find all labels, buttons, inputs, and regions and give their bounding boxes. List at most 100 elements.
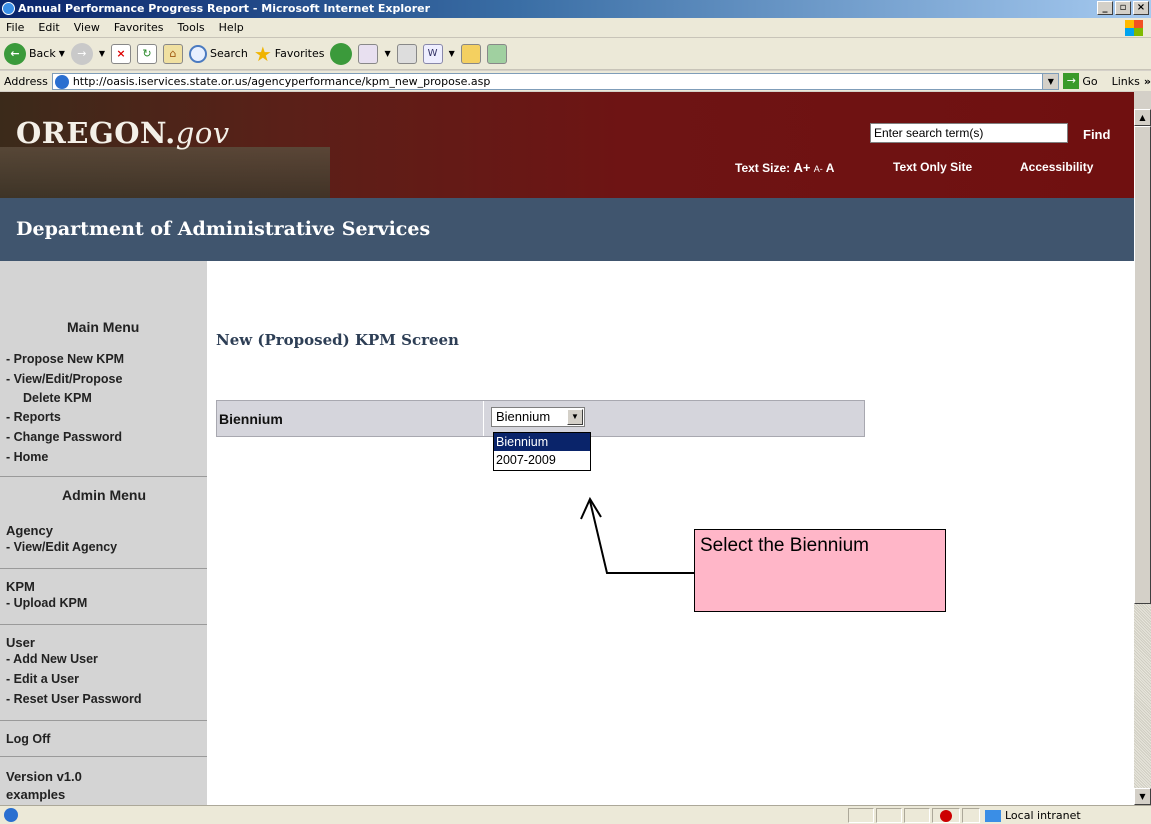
- sidebar-item-edit-user[interactable]: - Edit a User: [6, 672, 79, 686]
- site-search-input[interactable]: [870, 123, 1068, 143]
- main-content: New (Proposed) KPM Screen Biennium Bienn…: [207, 261, 1134, 805]
- status-bar: Local intranet: [0, 805, 1151, 824]
- home-icon[interactable]: ⌂: [163, 43, 184, 64]
- dropdown-option-biennium[interactable]: Biennium: [494, 433, 590, 451]
- minimize-button[interactable]: _: [1097, 1, 1113, 15]
- research-icon[interactable]: [460, 43, 481, 64]
- menu-bar: File Edit View Favorites Tools Help: [0, 18, 1151, 38]
- callout-arrow-line: [589, 500, 694, 574]
- chevron-down-icon: ▼: [384, 49, 391, 58]
- favorites-button[interactable]: ★ Favorites: [254, 42, 325, 66]
- menu-favorites[interactable]: Favorites: [114, 21, 164, 34]
- status-segment: [876, 808, 902, 823]
- search-button[interactable]: Search: [189, 44, 248, 63]
- back-label: Back: [29, 47, 56, 60]
- examples-label: examples: [6, 787, 66, 802]
- text-size-label: Text Size:: [735, 161, 791, 175]
- forward-arrow-icon[interactable]: →: [70, 42, 93, 65]
- callout-arrow-head: [580, 496, 602, 520]
- sidebar-item-reports[interactable]: - Reports: [6, 410, 61, 424]
- status-segment: [904, 808, 930, 823]
- go-arrow-icon: →: [1063, 73, 1080, 89]
- divider: [0, 720, 207, 721]
- chevron-right-icon: »: [1143, 74, 1151, 88]
- text-size-normal[interactable]: A: [826, 161, 835, 175]
- text-size-controls: Text Size: A+ A- A: [735, 160, 834, 175]
- agency-section: Agency: [6, 523, 53, 538]
- back-arrow-icon: ←: [4, 42, 26, 65]
- sidebar-item-home[interactable]: - Home: [6, 450, 48, 464]
- maximize-button[interactable]: ▫: [1115, 1, 1131, 15]
- toolbar: ← Back ▼ → ▼ × ↻ ⌂ Search ★ Favorites ▼ …: [0, 38, 1151, 70]
- chevron-down-icon[interactable]: ▼: [1042, 73, 1059, 89]
- scroll-thumb[interactable]: [1134, 126, 1151, 604]
- go-button[interactable]: → Go: [1063, 73, 1098, 89]
- sidebar-item-upload-kpm[interactable]: - Upload KPM: [6, 596, 87, 610]
- sidebar-item-reset-password[interactable]: - Reset User Password: [6, 692, 141, 706]
- windows-logo-icon: [1125, 20, 1143, 36]
- window-controls: _ ▫ ×: [1097, 1, 1149, 15]
- page-status-icon: [4, 808, 18, 822]
- search-icon: [189, 44, 208, 63]
- sidebar-item-add-user[interactable]: - Add New User: [6, 652, 98, 666]
- popup-blocked-icon: [940, 810, 952, 822]
- menu-edit[interactable]: Edit: [38, 21, 59, 34]
- status-segment: [962, 808, 980, 823]
- zone-label: Local intranet: [1005, 809, 1081, 822]
- page-viewport: OREGON.gov Find Text Size: A+ A- A Text …: [0, 92, 1134, 805]
- refresh-icon[interactable]: ↻: [137, 43, 158, 64]
- divider: [0, 756, 207, 757]
- sidebar-item-change-password[interactable]: - Change Password: [6, 430, 122, 444]
- address-label: Address: [4, 74, 48, 88]
- divider: [0, 568, 207, 569]
- accessibility-link[interactable]: Accessibility: [1020, 160, 1093, 174]
- chevron-down-icon: ▼: [98, 49, 106, 58]
- address-bar: Address http://oasis.iservices.state.or.…: [0, 71, 1151, 91]
- menu-file[interactable]: File: [6, 21, 24, 34]
- scroll-track[interactable]: [1134, 604, 1151, 788]
- text-only-link[interactable]: Text Only Site: [893, 160, 972, 174]
- department-title: Department of Administrative Services: [0, 198, 1134, 261]
- find-button[interactable]: Find: [1083, 127, 1110, 142]
- scroll-down-icon[interactable]: ▼: [1134, 788, 1151, 805]
- window-title: Annual Performance Progress Report - Mic…: [18, 2, 431, 15]
- menu-tools[interactable]: Tools: [178, 21, 205, 34]
- vertical-scrollbar[interactable]: ▲ ▼: [1134, 109, 1151, 805]
- print-icon[interactable]: [396, 43, 417, 64]
- stop-icon[interactable]: ×: [111, 43, 132, 64]
- ie-icon: [2, 2, 15, 15]
- sidebar-item-propose-kpm[interactable]: - Propose New KPM: [6, 352, 124, 366]
- chevron-down-icon[interactable]: ▼: [567, 409, 583, 425]
- word-edit-icon[interactable]: W: [422, 43, 443, 64]
- dropdown-option-2007-2009[interactable]: 2007-2009: [494, 451, 590, 469]
- text-size-smaller[interactable]: A-: [814, 164, 823, 174]
- sidebar-item-view-edit-agency[interactable]: - View/Edit Agency: [6, 540, 117, 554]
- close-button[interactable]: ×: [1133, 1, 1149, 15]
- page-title: New (Proposed) KPM Screen: [216, 331, 459, 349]
- address-input[interactable]: http://oasis.iservices.state.or.us/agenc…: [51, 72, 1060, 90]
- star-icon: ★: [253, 41, 272, 66]
- logo-suffix: gov: [175, 116, 230, 150]
- mail-icon[interactable]: [358, 43, 379, 64]
- oregon-gov-logo[interactable]: OREGON.gov: [16, 116, 230, 150]
- menu-view[interactable]: View: [74, 21, 100, 34]
- scroll-up-icon[interactable]: ▲: [1134, 109, 1151, 126]
- menu-help[interactable]: Help: [219, 21, 244, 34]
- biennium-select[interactable]: Biennium ▼: [491, 407, 585, 427]
- sidebar: Main Menu - Propose New KPM - View/Edit/…: [0, 261, 207, 805]
- text-size-larger[interactable]: A+: [793, 160, 810, 175]
- window-title-bar: Annual Performance Progress Report - Mic…: [0, 0, 1151, 18]
- sidebar-item-logoff[interactable]: Log Off: [6, 732, 50, 746]
- favorites-label: Favorites: [274, 47, 325, 60]
- sidebar-item-view-edit-propose[interactable]: - View/Edit/Propose: [6, 372, 122, 386]
- history-icon[interactable]: [330, 42, 353, 65]
- logo-main: OREGON.: [16, 116, 176, 150]
- address-url: http://oasis.iservices.state.or.us/agenc…: [72, 74, 491, 88]
- chevron-down-icon: ▼: [58, 49, 65, 58]
- links-button[interactable]: Links: [1112, 75, 1140, 88]
- biennium-select-value: Biennium: [496, 409, 551, 424]
- messenger-icon[interactable]: [486, 43, 507, 64]
- back-button[interactable]: ← Back ▼: [4, 42, 65, 65]
- sidebar-item-delete-kpm[interactable]: Delete KPM: [23, 391, 92, 405]
- callout-note: Select the Biennium: [694, 529, 946, 612]
